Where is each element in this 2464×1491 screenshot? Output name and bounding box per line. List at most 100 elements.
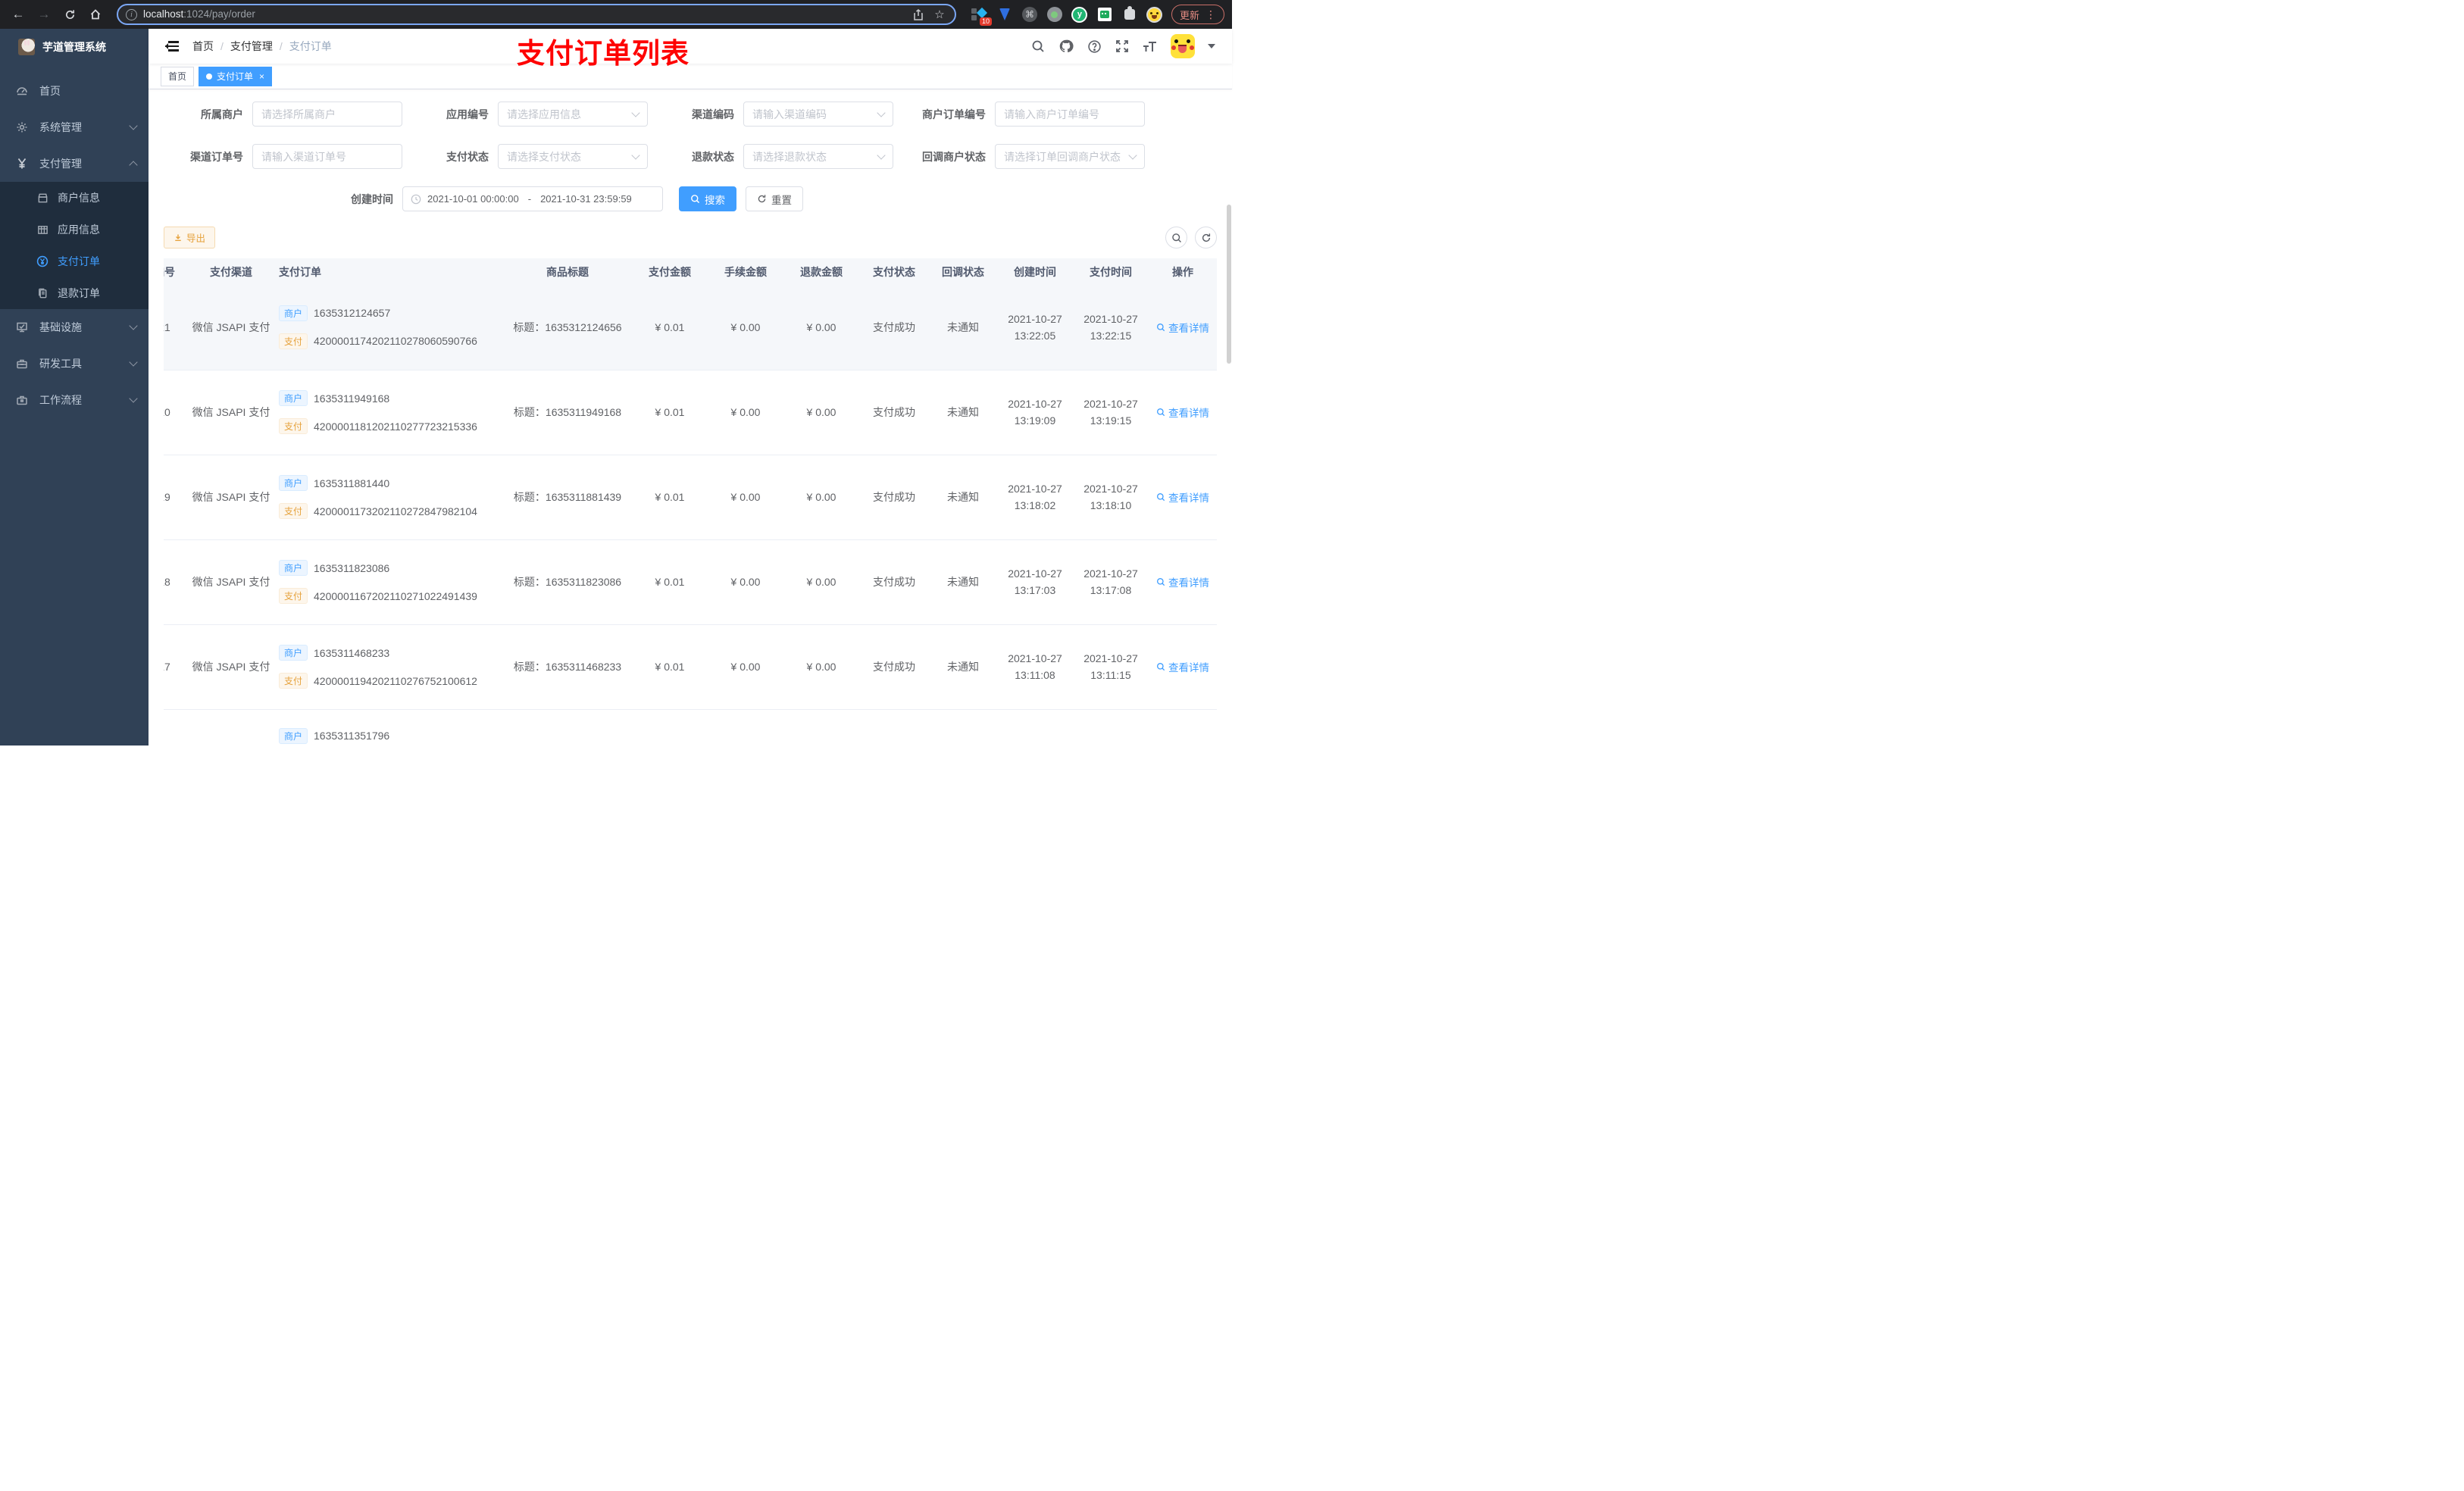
sidebar-item-refund-order[interactable]: 退款订单 [0,277,149,309]
cell-callback: 未通知 [929,539,997,625]
close-icon[interactable]: × [259,71,264,82]
sidebar-item-dev-tools[interactable]: 研发工具 [0,345,149,382]
store-icon [36,192,48,204]
sidebar-item-pay-order[interactable]: 支付订单 [0,245,149,277]
cell-status: 支付成功 [859,285,929,370]
extension-diamond-icon[interactable]: 10 [971,6,992,26]
cell-title: 标题：1635311468233 [503,624,632,710]
font-size-icon[interactable] [1143,39,1158,54]
grid-icon [36,224,48,236]
callback-status-select[interactable]: 请选择订单回调商户状态 [995,144,1145,169]
table-row: 21 微信 JSAPI 支付 商户 1635312124657 支付 4200001… [164,285,1217,370]
cell-amount: ¥ 0.01 [632,370,708,455]
tab-pay-order[interactable]: 支付订单 × [199,66,273,86]
toolbox-icon [15,358,29,370]
filter-merchant-order-no: 商户订单编号 [893,102,1145,127]
export-button[interactable]: 导出 [164,227,216,248]
sidebar-item-merchant-info[interactable]: 商户信息 [0,182,149,214]
cell-channel: 微信 JSAPI 支付 [183,624,279,710]
refresh-table-button[interactable] [1195,227,1217,248]
filter-label: 应用编号 [446,108,489,120]
diamond-glyph [976,7,988,19]
merchant-tag: 商户 [279,390,308,406]
col-create-time: 创建时间 [997,258,1073,285]
extension-badge: 10 [979,17,992,26]
github-icon[interactable] [1058,39,1074,54]
pay-tag: 支付 [279,588,308,604]
chrome-update-button[interactable]: 更新 ⋮ [1171,5,1224,24]
sidebar-item-infrastructure[interactable]: 基础设施 [0,309,149,345]
toggle-search-button[interactable] [1165,227,1187,248]
merchant-input[interactable] [261,108,393,120]
cell-status: 支付成功 [859,539,929,625]
filter-callback-status: 回调商户状态 请选择订单回调商户状态 [893,144,1145,169]
col-callback: 回调状态 [929,258,997,285]
view-detail-link[interactable]: 查看详情 [1156,489,1209,505]
breadcrumb-home[interactable]: 首页 [192,39,214,54]
help-icon[interactable] [1087,39,1102,54]
app-no-select[interactable]: 请选择应用信息 [498,102,648,127]
sidebar-item-home[interactable]: 首页 [0,73,149,109]
reset-button[interactable]: 重置 [746,186,803,211]
share-icon[interactable] [911,7,926,22]
tags-view-bar: 首页 支付订单 × [149,64,1232,89]
site-info-icon[interactable]: i [126,8,137,20]
cell-callback: 未通知 [929,285,997,370]
tab-home[interactable]: 首页 [161,66,195,86]
extension-cone-icon[interactable] [996,6,1013,23]
reload-icon[interactable] [59,4,80,25]
view-detail-link[interactable]: 查看详情 [1156,574,1209,589]
extension-record-icon[interactable] [1046,6,1063,23]
home-icon[interactable] [85,4,106,25]
user-avatar[interactable] [1171,34,1195,58]
sidebar-item-payment[interactable]: 支付管理 [0,145,149,182]
view-detail-link[interactable]: 查看详情 [1156,659,1209,674]
user-menu-caret-icon[interactable] [1208,44,1215,48]
merchant-order-no-input[interactable] [1004,108,1136,120]
search-button[interactable]: 搜索 [679,186,736,211]
vertical-scrollbar[interactable] [1227,205,1231,364]
create-time-range-picker[interactable]: 2021-10-01 00:00:00 - 2021-10-31 23:59:5… [402,186,663,211]
sidebar-item-label: 商户信息 [58,192,100,204]
forward-icon[interactable]: → [33,4,55,25]
merchant-order-no: 1635311949168 [314,392,390,405]
extension-y-icon[interactable]: y [1071,6,1088,23]
chrome-menu-icon[interactable]: ⋮ [1205,8,1216,21]
sidebar-collapse-icon[interactable] [165,41,179,52]
profile-emoji-icon[interactable] [1146,6,1163,23]
clock-icon [411,194,421,204]
view-detail-link[interactable]: 查看详情 [1156,320,1209,335]
table-row: 17 微信 JSAPI 支付 商户 1635311468233 支付 4200001… [164,624,1217,710]
extension-command-icon[interactable]: ⌘ [1021,6,1038,23]
extensions-puzzle-icon[interactable] [1121,6,1138,23]
filter-refund-status: 退款状态 请选择退款状态 [648,144,893,169]
pay-status-select[interactable]: 请选择支付状态 [498,144,648,169]
cell-fee: ¥ 0.00 [708,370,783,455]
col-title: 商品标题 [503,258,632,285]
search-icon[interactable] [1030,39,1046,54]
cell-refund: ¥ 0.00 [783,455,859,540]
channel-order-no: 4200001194202110276752100612 [314,674,477,687]
search-icon [1157,323,1165,331]
sidebar-item-app-info[interactable]: 应用信息 [0,214,149,245]
sidebar-item-label: 系统管理 [39,121,82,133]
cell-channel: 微信 JSAPI 支付 [183,539,279,625]
reset-button-label: 重置 [771,194,792,206]
back-icon[interactable]: ← [8,4,29,25]
url-bar[interactable]: i localhost:1024/pay/order ☆ [117,4,956,25]
active-dot-icon [206,73,213,80]
fullscreen-icon[interactable] [1115,39,1130,54]
view-detail-link[interactable]: 查看详情 [1156,405,1209,420]
channel-code-select[interactable]: 请输入渠道编码 [743,102,893,127]
channel-order-no: 4200001173202110272847982104 [314,505,477,517]
sidebar-item-workflow[interactable]: 工作流程 [0,382,149,418]
search-icon [1171,233,1181,242]
channel-order-no-input[interactable] [261,150,393,163]
extension-chat-icon[interactable] [1096,6,1113,23]
refund-status-select[interactable]: 请选择退款状态 [743,144,893,169]
cell-title: 标题：1635312124656 [503,285,632,370]
filter-merchant: 所属商户 [164,102,402,127]
bookmark-star-icon[interactable]: ☆ [932,7,947,22]
breadcrumb-section[interactable]: 支付管理 [230,39,273,54]
sidebar-item-system[interactable]: 系统管理 [0,109,149,145]
